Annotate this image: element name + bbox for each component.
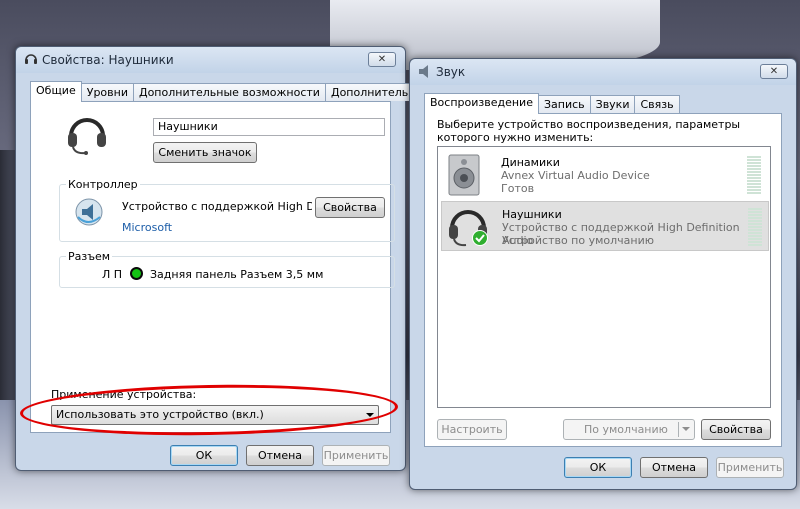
- sound-titlebar: Звук ✕: [410, 59, 796, 85]
- controller-group: Контроллер Устройство с поддержкой High …: [59, 178, 395, 242]
- jack-label: Разъем: [66, 250, 113, 263]
- device-speakers[interactable]: Динамики Avnex Virtual Audio Device Гото…: [441, 150, 769, 200]
- jack-channels: Л П: [102, 268, 123, 281]
- properties-tabs: Общие Уровни Дополнительные возможности …: [30, 81, 429, 102]
- sound-title: Звук: [436, 65, 466, 79]
- chevron-down-icon: [682, 427, 690, 431]
- device-speakers-description: Avnex Virtual Audio Device: [501, 169, 650, 182]
- properties-title: Свойства: Наушники: [42, 53, 174, 67]
- device-headphones-status: Устройство по умолчанию: [502, 234, 655, 247]
- jack-group: Разъем Л П Задняя панель Разъем 3,5 мм: [59, 250, 395, 288]
- set-default-label: По умолчанию: [584, 423, 668, 436]
- device-name-input[interactable]: Наушники: [153, 118, 385, 136]
- device-headphones-name: Наушники: [502, 208, 562, 221]
- change-icon-button[interactable]: Сменить значок: [153, 142, 257, 163]
- playback-device-list: Динамики Avnex Virtual Audio Device Гото…: [437, 146, 771, 408]
- controller-properties-button[interactable]: Свойства: [315, 197, 385, 218]
- tab-sounds[interactable]: Звуки: [589, 95, 636, 113]
- properties-apply-button[interactable]: Применить: [322, 445, 390, 466]
- headphones-volume-meter: [748, 208, 762, 247]
- device-speakers-status: Готов: [501, 182, 535, 195]
- controller-name: Устройство с поддержкой High Definition …: [122, 200, 312, 213]
- speaker-icon: [419, 65, 428, 78]
- jack-color-icon: [130, 267, 143, 280]
- properties-titlebar: Свойства: Наушники ✕: [16, 47, 405, 73]
- properties-ok-button[interactable]: ОК: [170, 445, 238, 466]
- tab-recording[interactable]: Запись: [537, 95, 591, 113]
- device-speakers-name: Динамики: [501, 156, 560, 169]
- sound-apply-button[interactable]: Применить: [716, 457, 784, 478]
- headphones-device-icon: [68, 118, 106, 155]
- configure-button[interactable]: Настроить: [437, 419, 507, 440]
- properties-close-button[interactable]: ✕: [368, 52, 396, 67]
- tab-levels[interactable]: Уровни: [80, 83, 134, 101]
- tab-playback[interactable]: Воспроизведение: [424, 93, 539, 114]
- sound-window: Звук ✕ Воспроизведение Запись Звуки Связ…: [409, 58, 797, 490]
- tab-enhancements[interactable]: Дополнительные возможности: [132, 83, 326, 101]
- sound-close-button[interactable]: ✕: [760, 64, 788, 79]
- playback-panel: Выберите устройство воспроизведения, пар…: [424, 113, 782, 447]
- controller-label: Контроллер: [66, 178, 140, 191]
- set-default-button[interactable]: По умолчанию: [563, 419, 695, 440]
- headphones-icon: [25, 54, 37, 64]
- tab-general[interactable]: Общие: [30, 81, 82, 102]
- properties-cancel-button[interactable]: Отмена: [246, 445, 314, 466]
- controller-vendor-link[interactable]: Microsoft: [122, 221, 172, 234]
- jack-description: Задняя панель Разъем 3,5 мм: [150, 268, 324, 281]
- sound-properties-button[interactable]: Свойства: [701, 419, 771, 440]
- sound-tabs: Воспроизведение Запись Звуки Связь: [424, 93, 680, 114]
- speakers-icon: [448, 154, 480, 196]
- default-device-check-icon: [472, 230, 488, 246]
- device-headphones[interactable]: Наушники Устройство с поддержкой High De…: [441, 201, 769, 251]
- playback-instruction: Выберите устройство воспроизведения, пар…: [437, 118, 741, 144]
- tab-communications[interactable]: Связь: [634, 95, 680, 113]
- speaker-controller-icon: [75, 198, 103, 226]
- properties-general-panel: Наушники Сменить значок Контроллер Устро…: [30, 101, 395, 433]
- sound-cancel-button[interactable]: Отмена: [640, 457, 708, 478]
- set-default-dropdown-divider: [678, 422, 679, 437]
- sound-ok-button[interactable]: ОК: [564, 457, 632, 478]
- speakers-volume-meter: [747, 156, 761, 195]
